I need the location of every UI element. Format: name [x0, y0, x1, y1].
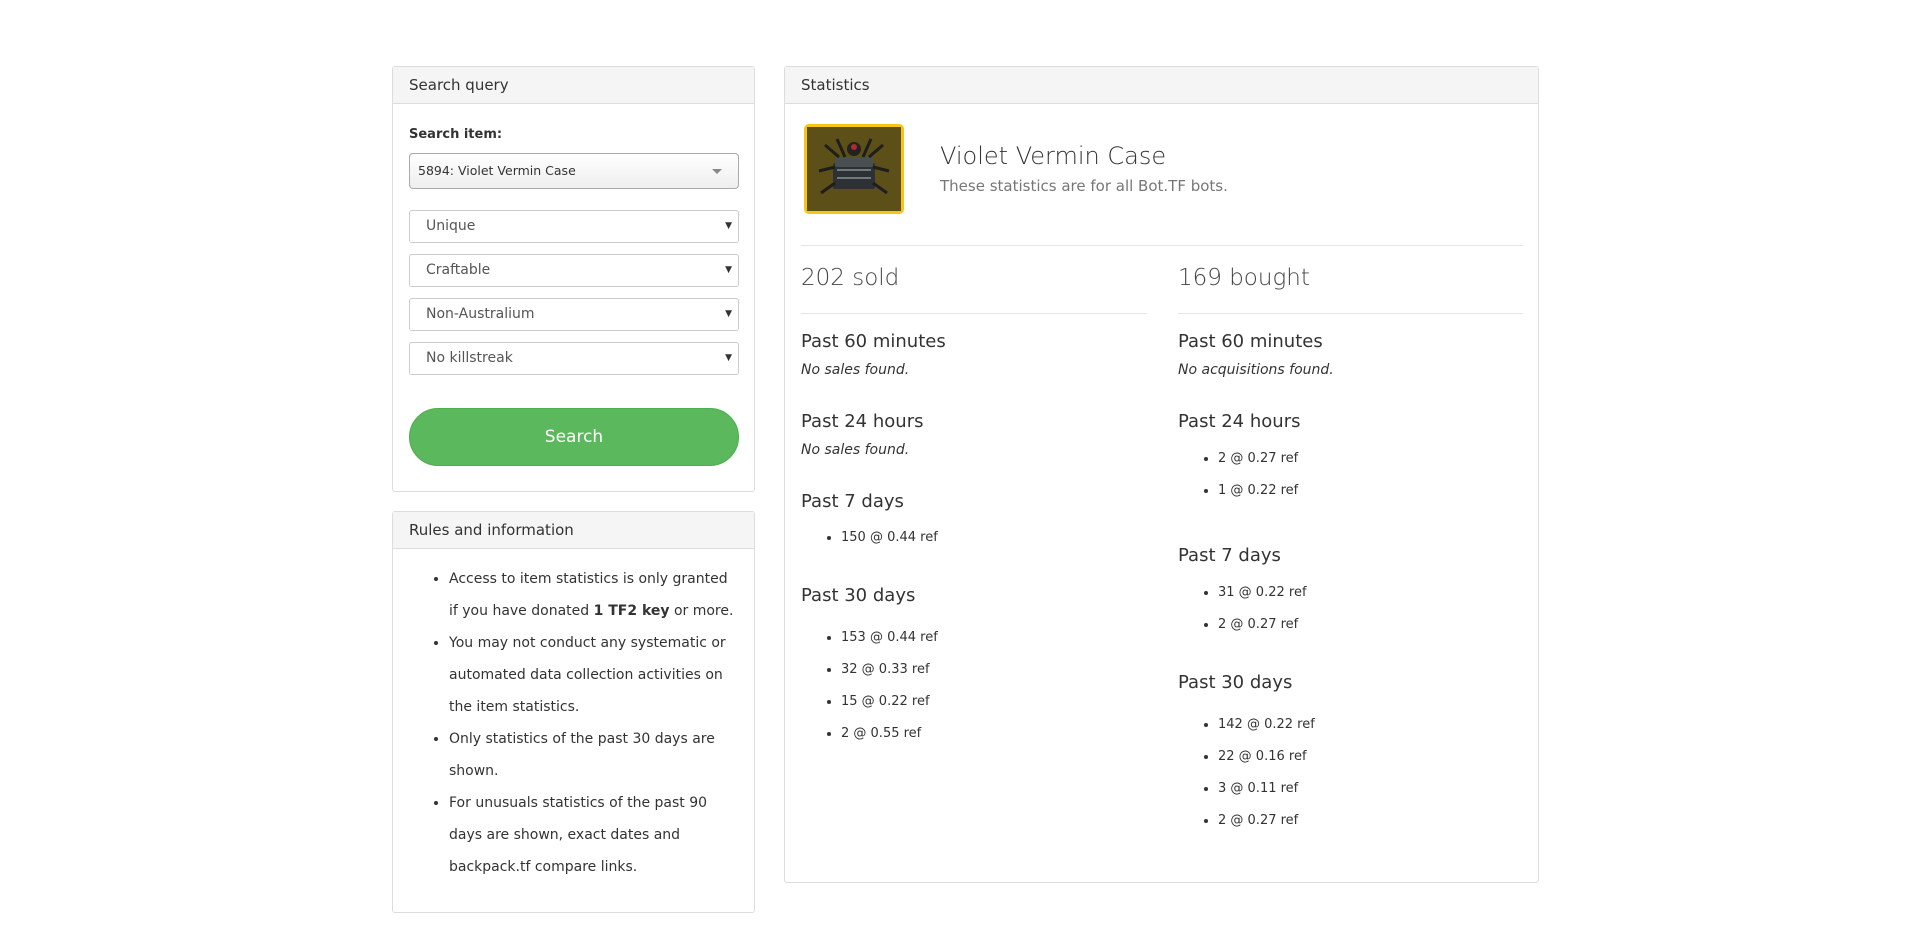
item-subtitle: These statistics are for all Bot.TF bots… [940, 177, 1228, 195]
australium-select[interactable]: Non-Australium ▼ [409, 298, 739, 331]
rules-panel-title: Rules and information [393, 512, 754, 549]
list-item: 2 @ 0.27 ref [1218, 805, 1315, 837]
rule-item: Only statistics of the past 30 days are … [449, 723, 738, 787]
statistics-panel: Statistics Violet Vermin Case These stat… [784, 66, 1539, 883]
list-item: 22 @ 0.16 ref [1218, 741, 1315, 773]
sold-past-24-title: Past 24 hours [801, 411, 924, 432]
sold-past-30-list: 153 @ 0.44 ref 32 @ 0.33 ref 15 @ 0.22 r… [801, 622, 938, 750]
rule-item: For unusuals statistics of the past 90 d… [449, 787, 738, 883]
rule-item: Access to item statistics is only grante… [449, 563, 738, 627]
search-item-combobox[interactable]: 5894: Violet Vermin Case [409, 153, 739, 189]
killstreak-select[interactable]: No killstreak ▼ [409, 342, 739, 375]
bought-past-30-title: Past 30 days [1178, 672, 1293, 693]
list-item: 2 @ 0.27 ref [1218, 443, 1298, 475]
list-item: 32 @ 0.33 ref [841, 654, 938, 686]
search-item-label: Search item: [409, 127, 503, 142]
list-item: 15 @ 0.22 ref [841, 686, 938, 718]
craftable-select-value: Craftable [426, 262, 491, 278]
rules-panel: Rules and information Access to item sta… [392, 511, 755, 913]
sold-past-30-title: Past 30 days [801, 585, 916, 606]
bought-past-24-list: 2 @ 0.27 ref 1 @ 0.22 ref [1178, 443, 1298, 507]
search-query-panel: Search query Search item: 5894: Violet V… [392, 66, 755, 492]
sold-past-60-title: Past 60 minutes [801, 331, 946, 352]
list-item: 142 @ 0.22 ref [1218, 709, 1315, 741]
rules-list: Access to item statistics is only grante… [393, 549, 754, 883]
bought-past-30-list: 142 @ 0.22 ref 22 @ 0.16 ref 3 @ 0.11 re… [1178, 709, 1315, 837]
list-item: 153 @ 0.44 ref [841, 622, 938, 654]
statistics-panel-title: Statistics [785, 67, 1538, 104]
sold-heading: 202 sold [801, 265, 900, 291]
chevron-down-icon: ▼ [725, 353, 732, 363]
rule-item: You may not conduct any systematic or au… [449, 627, 738, 723]
chevron-down-icon: ▼ [725, 221, 732, 231]
divider [801, 313, 1147, 314]
list-item: 2 @ 0.55 ref [841, 718, 938, 750]
search-item-value: 5894: Violet Vermin Case [418, 163, 576, 178]
bought-past-7-title: Past 7 days [1178, 545, 1281, 566]
killstreak-select-value: No killstreak [426, 350, 513, 366]
bought-past-60-title: Past 60 minutes [1178, 331, 1323, 352]
sold-past-7-list: 150 @ 0.44 ref [801, 522, 938, 554]
quality-select[interactable]: Unique ▼ [409, 210, 739, 243]
bought-heading: 169 bought [1178, 265, 1310, 291]
craftable-select[interactable]: Craftable ▼ [409, 254, 739, 287]
list-item: 1 @ 0.22 ref [1218, 475, 1298, 507]
bought-past-24-title: Past 24 hours [1178, 411, 1301, 432]
crate-icon [807, 127, 901, 211]
quality-select-value: Unique [426, 218, 476, 234]
rule-emphasis: 1 TF2 key [593, 603, 670, 619]
list-item: 3 @ 0.11 ref [1218, 773, 1315, 805]
chevron-down-icon: ▼ [725, 309, 732, 319]
list-item: 2 @ 0.27 ref [1218, 609, 1307, 641]
item-name: Violet Vermin Case [940, 142, 1167, 170]
bought-past-60-empty: No acquisitions found. [1178, 362, 1334, 378]
list-item: 31 @ 0.22 ref [1218, 577, 1307, 609]
bought-past-7-list: 31 @ 0.22 ref 2 @ 0.27 ref [1178, 577, 1307, 641]
rule-text: or more. [669, 603, 734, 619]
list-item: 150 @ 0.44 ref [841, 522, 938, 554]
search-button[interactable]: Search [409, 408, 739, 466]
divider [1178, 313, 1523, 314]
chevron-down-icon [712, 169, 722, 174]
sold-past-7-title: Past 7 days [801, 491, 904, 512]
item-thumbnail [804, 124, 904, 214]
sold-past-24-empty: No sales found. [801, 442, 910, 458]
chevron-down-icon: ▼ [725, 265, 732, 275]
australium-select-value: Non-Australium [426, 306, 535, 322]
sold-past-60-empty: No sales found. [801, 362, 910, 378]
divider [801, 245, 1523, 246]
